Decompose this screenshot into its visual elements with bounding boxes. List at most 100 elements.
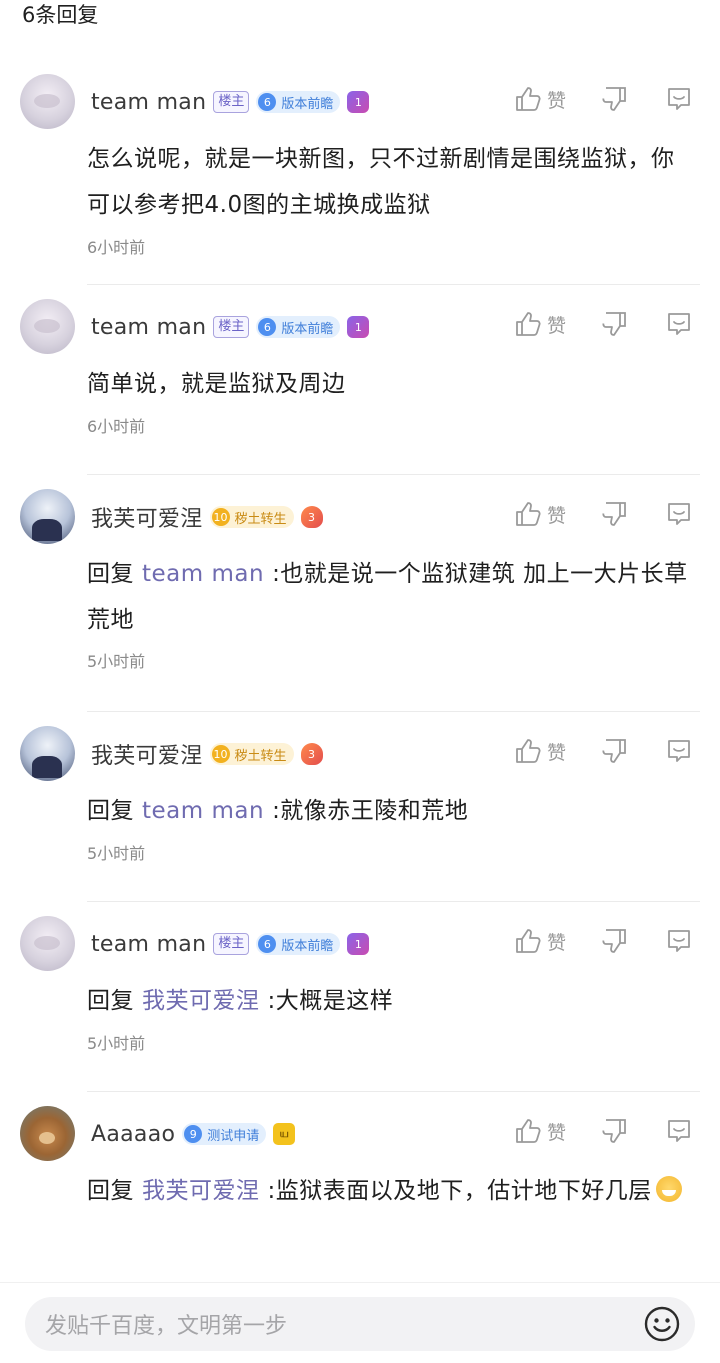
comment-icon[interactable] <box>664 499 694 529</box>
reply-item: 我芙可爱涅 10 秽土转生 3 赞 回复 team man:就像赤王陵和荒地 5小时… <box>0 712 720 902</box>
thumbs-up-icon <box>516 312 541 336</box>
level-title: 版本前瞻 <box>281 96 334 112</box>
avatar[interactable] <box>20 726 75 781</box>
level-number: 10 <box>211 508 230 526</box>
reply-time: 5小时前 <box>87 844 146 863</box>
level-badge: 10 秽土转生 <box>209 743 294 765</box>
level-number: 10 <box>211 745 230 763</box>
comment-icon[interactable] <box>664 1116 694 1146</box>
reply-time: 6小时前 <box>87 238 146 257</box>
reply-label: 回复 <box>87 988 134 1014</box>
host-badge: 楼主 <box>213 933 250 955</box>
thumbs-down-icon[interactable] <box>600 736 630 766</box>
thumbs-down-icon[interactable] <box>600 1116 630 1146</box>
like-button[interactable]: 赞 <box>513 926 566 956</box>
reply-input-bar: 发贴千百度，文明第一步 <box>0 1282 720 1363</box>
thumbs-down-icon[interactable] <box>600 84 630 114</box>
like-label: 赞 <box>546 504 566 527</box>
reply-content: :监狱表面以及地下，估计地下好几层 <box>267 1178 652 1204</box>
user-info-row: team man 楼主 6 版本前瞻 1 <box>91 311 370 343</box>
host-badge: 楼主 <box>213 91 250 113</box>
reply-actions: 赞 <box>513 1116 694 1146</box>
reply-label: 回复 <box>87 1178 134 1204</box>
reply-actions: 赞 <box>513 84 694 114</box>
like-label: 赞 <box>546 931 566 954</box>
grin-emoji-icon <box>655 1176 682 1202</box>
username[interactable]: team man <box>91 90 206 115</box>
medal-icon: 1 <box>347 91 370 113</box>
reply-actions: 赞 <box>513 309 694 339</box>
emoji-picker-icon[interactable] <box>643 1305 681 1343</box>
username[interactable]: Aaaaao <box>91 1122 175 1147</box>
level-badge: 9 测试申请 <box>182 1123 267 1145</box>
level-number: 6 <box>258 318 277 336</box>
avatar[interactable] <box>20 74 75 129</box>
level-number: 6 <box>258 935 277 953</box>
reply-item: team man 楼主 6 版本前瞻 1 赞 简单说，就是监狱及周边 6小时前 <box>0 285 720 475</box>
thumbs-up-icon <box>516 87 541 111</box>
game-medal-icon: 3 <box>300 743 323 765</box>
reply-item: Aaaaao 9 测试申请 ய 赞 回复 我芙可爱涅 :监狱表面以及地下，估计地下好几… <box>0 1092 720 1292</box>
reply-text: 回复 我芙可爱涅 :监狱表面以及地下，估计地下好几层 <box>87 1168 697 1214</box>
reply-content: :就像赤王陵和荒地 <box>272 798 469 824</box>
level-badge: 6 版本前瞻 <box>256 316 341 338</box>
like-label: 赞 <box>546 314 566 337</box>
level-title: 秽土转生 <box>234 748 287 764</box>
username[interactable]: team man <box>91 932 206 957</box>
reply-label: 回复 <box>87 561 134 587</box>
level-badge: 6 版本前瞻 <box>256 91 341 113</box>
like-label: 赞 <box>546 89 566 112</box>
reply-text: 简单说，就是监狱及周边 <box>87 371 346 397</box>
like-button[interactable]: 赞 <box>513 1116 566 1146</box>
avatar[interactable] <box>20 489 75 544</box>
thumbs-up-icon <box>516 739 541 763</box>
avatar[interactable] <box>20 916 75 971</box>
reply-actions: 赞 <box>513 736 694 766</box>
game-medal-icon: 3 <box>300 506 323 528</box>
reply-text: 回复 team man:也就是说一个监狱建筑 加上一大片长草荒地 <box>87 551 697 643</box>
like-button[interactable]: 赞 <box>513 736 566 766</box>
user-info-row: 我芙可爱涅 10 秽土转生 3 <box>91 501 323 533</box>
level-number: 6 <box>258 93 277 111</box>
user-info-row: 我芙可爱涅 10 秽土转生 3 <box>91 738 323 770</box>
like-button[interactable]: 赞 <box>513 84 566 114</box>
username[interactable]: team man <box>91 315 206 340</box>
reply-actions: 赞 <box>513 499 694 529</box>
thumbs-up-icon <box>516 1119 541 1143</box>
reply-target-link[interactable]: team man <box>142 561 264 587</box>
comment-icon[interactable] <box>664 736 694 766</box>
comment-icon[interactable] <box>664 84 694 114</box>
thumbs-down-icon[interactable] <box>600 309 630 339</box>
thumbs-up-icon <box>516 929 541 953</box>
reply-target-link[interactable]: 我芙可爱涅 <box>142 1178 260 1204</box>
reply-target-link[interactable]: team man <box>142 798 264 824</box>
comment-icon[interactable] <box>664 926 694 956</box>
thumbs-down-icon[interactable] <box>600 926 630 956</box>
like-button[interactable]: 赞 <box>513 309 566 339</box>
reply-time: 5小时前 <box>87 652 146 671</box>
avatar[interactable] <box>20 299 75 354</box>
thumbs-down-icon[interactable] <box>600 499 630 529</box>
comment-icon[interactable] <box>664 309 694 339</box>
medal-icon: 1 <box>347 933 370 955</box>
level-title: 秽土转生 <box>234 511 287 527</box>
level-number: 9 <box>184 1125 203 1143</box>
reply-item: team man 楼主 6 版本前瞻 1 赞 怎么说呢，就是一块新图，只不过新剧情… <box>0 60 720 285</box>
medal-icon: 1 <box>347 316 370 338</box>
username[interactable]: 我芙可爱涅 <box>91 738 203 770</box>
reply-input[interactable]: 发贴千百度，文明第一步 <box>25 1297 695 1351</box>
level-badge: 10 秽土转生 <box>209 506 294 528</box>
like-label: 赞 <box>546 1121 566 1144</box>
reply-target-link[interactable]: 我芙可爱涅 <box>142 988 260 1014</box>
reply-time: 6小时前 <box>87 417 146 436</box>
reply-time: 5小时前 <box>87 1034 146 1053</box>
username[interactable]: 我芙可爱涅 <box>91 501 203 533</box>
avatar[interactable] <box>20 1106 75 1161</box>
host-badge: 楼主 <box>213 316 250 338</box>
reply-list: team man 楼主 6 版本前瞻 1 赞 怎么说呢，就是一块新图，只不过新剧情… <box>0 60 720 1292</box>
like-button[interactable]: 赞 <box>513 499 566 529</box>
reply-text: 回复 我芙可爱涅:大概是这样 <box>87 978 697 1024</box>
reply-text: 怎么说呢，就是一块新图，只不过新剧情是围绕监狱，你可以参考把4.0图的主城换成监… <box>87 146 675 218</box>
sign-medal-icon: ய <box>273 1123 296 1145</box>
reply-input-placeholder: 发贴千百度，文明第一步 <box>45 1314 288 1339</box>
